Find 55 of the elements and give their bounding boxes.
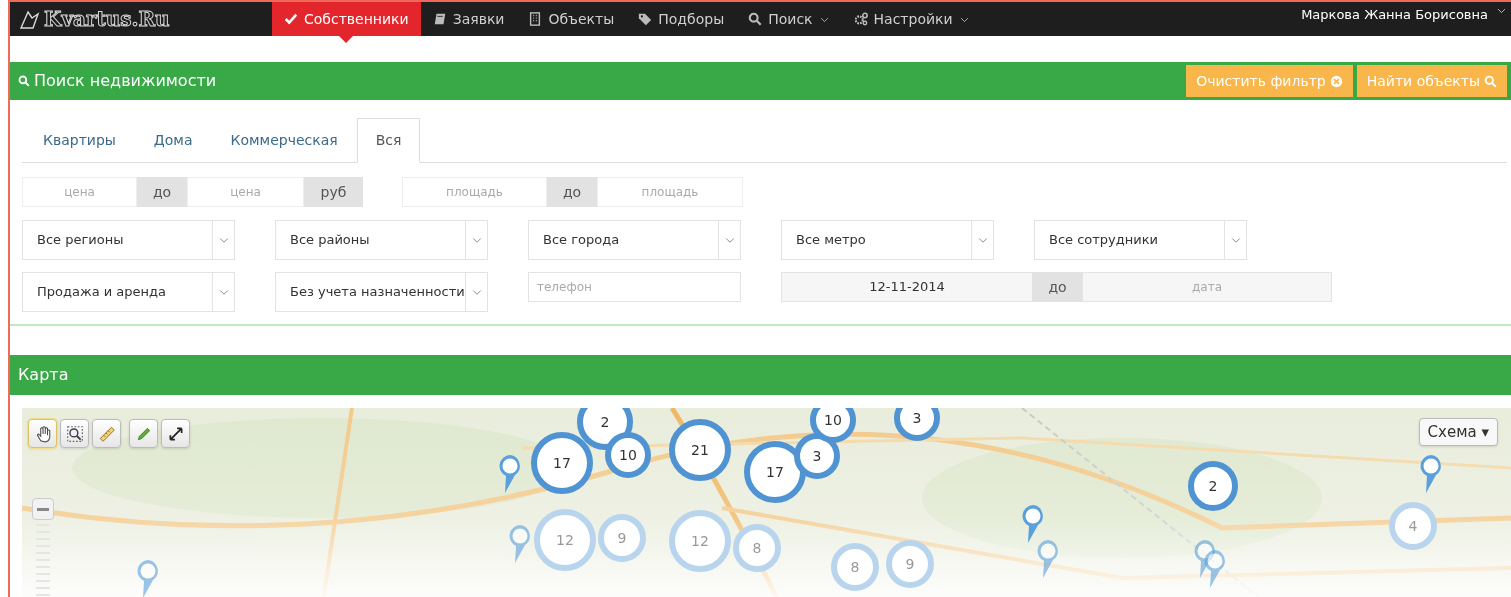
book-icon <box>432 12 447 26</box>
search-icon <box>1484 74 1497 88</box>
tag-icon <box>638 12 653 26</box>
ruler-icon <box>97 424 116 443</box>
gears-icon <box>853 12 868 26</box>
user-menu[interactable]: Маркова Жанна Борисовна <box>1301 2 1511 36</box>
unit-label: руб <box>304 177 363 207</box>
active-pointer-icon <box>339 36 354 43</box>
magnifier-tool-button[interactable] <box>60 419 89 448</box>
zoom-out-button[interactable] <box>32 498 54 520</box>
nav-item[interactable]: Собственники <box>272 2 421 36</box>
search-icon <box>18 75 30 87</box>
map-pin-icon[interactable] <box>1020 503 1046 545</box>
pencil-tool-button[interactable] <box>129 419 158 448</box>
dropdown-select[interactable]: Все метро <box>781 220 994 260</box>
nav-item[interactable]: Подборы <box>626 2 737 36</box>
dropdown-select[interactable]: Все районы <box>275 220 488 260</box>
map-type-button[interactable]: Схема ▾ <box>1418 418 1498 446</box>
nav-item[interactable]: Настройки <box>841 2 982 36</box>
dropdown-select[interactable]: Продажа и аренда <box>22 272 235 312</box>
nav-item[interactable]: Заявки <box>420 2 517 36</box>
map-pin-icon[interactable] <box>497 453 523 495</box>
search-icon <box>748 12 763 26</box>
tab[interactable]: Дома <box>134 118 212 163</box>
check-icon <box>284 12 298 26</box>
from-field[interactable]: площадь <box>402 177 547 207</box>
range-separator: до <box>547 177 597 207</box>
phone-field[interactable]: телефон <box>528 272 741 302</box>
tab[interactable]: Коммерческая <box>211 118 357 163</box>
dropdown-select[interactable]: Все регионы <box>22 220 235 260</box>
clear-icon <box>1329 74 1343 88</box>
tab[interactable]: Вся <box>356 118 421 163</box>
hand-tool-button[interactable] <box>28 419 57 448</box>
range-separator: до <box>137 177 187 207</box>
from-field[interactable]: цена <box>22 177 137 207</box>
to-field[interactable]: цена <box>187 177 304 207</box>
panel-title: Карта <box>18 364 69 386</box>
map-pin-icon[interactable] <box>507 523 533 565</box>
map-pin-icon[interactable] <box>1418 453 1444 495</box>
expand-tool-button[interactable] <box>161 419 190 448</box>
logo[interactable]: Kvartus.Ru <box>10 2 210 36</box>
map-pin-icon[interactable] <box>1035 538 1061 580</box>
dropdown-select[interactable]: Все сотрудники <box>1034 220 1247 260</box>
map-pin-icon[interactable] <box>1192 538 1218 580</box>
map-pin-icon[interactable] <box>135 558 161 597</box>
tab[interactable]: Квартиры <box>24 118 135 163</box>
nav-item[interactable]: Объекты <box>516 2 627 36</box>
magnifier-icon <box>65 424 84 443</box>
dropdown-select[interactable]: Без учета назначенности <box>275 272 488 312</box>
building-icon <box>528 12 543 26</box>
dropdown-select[interactable]: Все города <box>528 220 741 260</box>
nav-item[interactable]: Поиск <box>736 2 842 36</box>
to-field[interactable]: площадь <box>597 177 743 207</box>
map-pin-icon[interactable] <box>1202 548 1228 590</box>
panel-title: Поиск недвижимости <box>18 69 217 93</box>
